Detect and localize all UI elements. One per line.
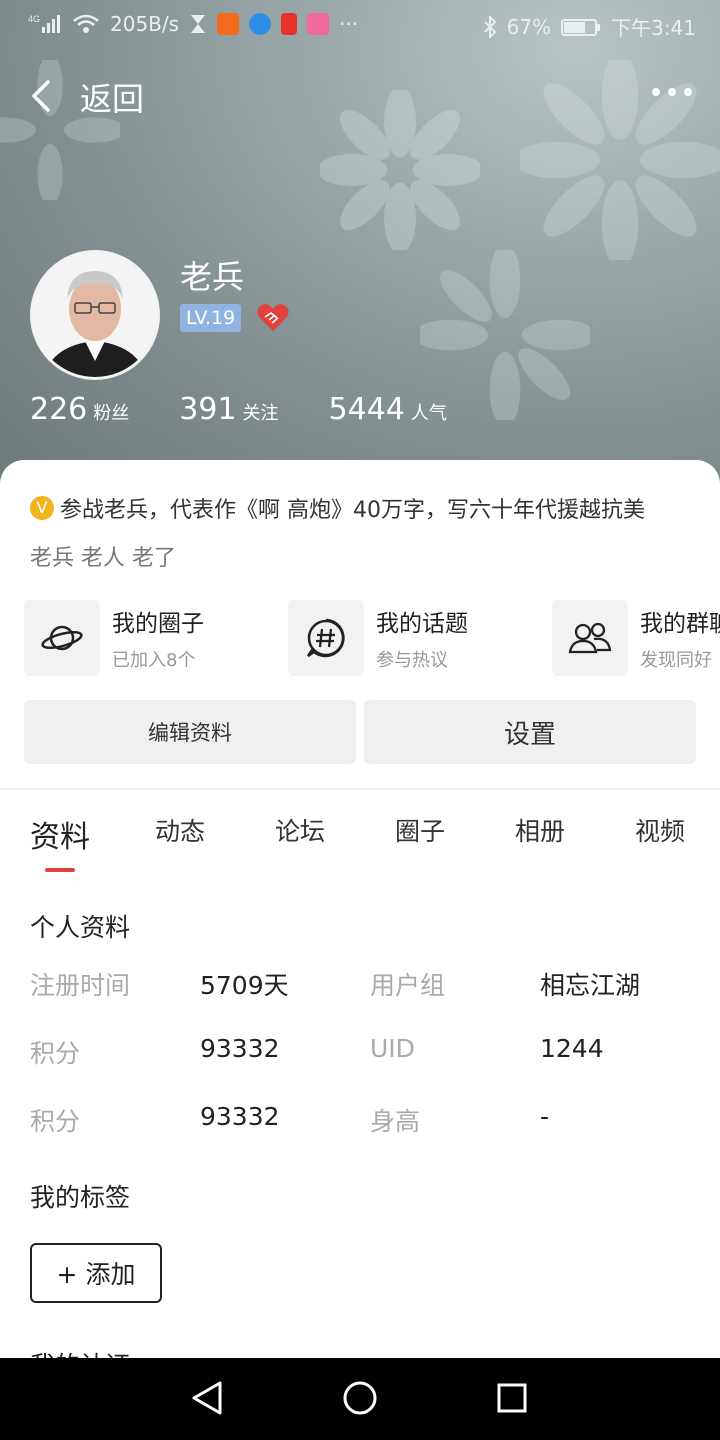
hourglass-icon	[191, 15, 206, 33]
followers-count: 226	[30, 392, 88, 427]
back-button[interactable]: 返回	[80, 74, 144, 120]
info-value: 93332	[200, 1034, 280, 1063]
following-stat[interactable]: 391 关注	[179, 392, 278, 427]
app-icon	[217, 13, 240, 35]
bio-text: 参战老兵，代表作《啊 高炮》40万字，写六十年代援越抗美	[60, 498, 645, 523]
back-arrow-icon[interactable]	[24, 76, 64, 116]
bluetooth-icon	[483, 15, 497, 38]
info-value: 1244	[540, 1034, 604, 1063]
redpacket-icon	[281, 13, 298, 35]
info-value: -	[540, 1102, 550, 1131]
tab-album[interactable]: 相册	[480, 812, 600, 856]
verified-badge-icon: V	[30, 496, 54, 520]
following-label: 关注	[242, 403, 279, 424]
certification-title: 我的认证	[30, 1346, 130, 1358]
nav-recents-icon[interactable]	[496, 1380, 528, 1416]
more-dots-icon[interactable]	[652, 88, 692, 96]
info-value: 相忘江湖	[540, 971, 641, 1000]
followers-stat[interactable]: 226 粉丝	[30, 392, 129, 427]
clock: 下午3:41	[611, 16, 696, 40]
my-topics-link[interactable]: 我的话题 参与热议	[288, 600, 528, 676]
popularity-count: 5444	[328, 392, 405, 427]
tab-forum[interactable]: 论坛	[240, 812, 360, 856]
browser-icon	[249, 13, 272, 35]
info-key: 积分	[30, 1039, 81, 1068]
hashtag-icon	[288, 600, 364, 676]
top-nav: 返回	[0, 70, 720, 126]
info-key: 注册时间	[30, 971, 131, 1000]
following-count: 391	[179, 392, 237, 427]
level-badge: LV.19	[180, 304, 242, 332]
profile-tabs: 资料 动态 论坛 圈子 相册 视频	[0, 812, 720, 872]
info-value: 93332	[200, 1102, 280, 1131]
info-row: 积分 93332 UID 1244	[30, 1034, 720, 1074]
info-key: 身高	[370, 1107, 421, 1136]
quick-links: 我的圈子 已加入8个 我的话题 参与热议 我的群聊 发现同好	[24, 600, 720, 676]
divider	[0, 788, 720, 790]
avatar[interactable]	[30, 250, 160, 380]
my-groups-sub: 发现同好	[640, 650, 712, 671]
tab-activity[interactable]: 动态	[120, 812, 240, 856]
tab-video[interactable]: 视频	[600, 812, 720, 856]
my-circles-title: 我的圈子	[112, 611, 204, 637]
action-buttons: 编辑资料 设置	[24, 700, 696, 764]
system-nav-bar	[0, 1358, 720, 1440]
battery-percent: 67%	[506, 14, 552, 39]
group-icon	[552, 600, 628, 676]
more-icon: ···	[339, 12, 359, 36]
bio: V 参战老兵，代表作《啊 高炮》40万字，写六十年代援越抗美	[30, 492, 720, 524]
followers-label: 粉丝	[93, 403, 130, 424]
edit-profile-button[interactable]: 编辑资料	[24, 700, 356, 764]
username: 老兵	[180, 258, 245, 296]
my-tags-title: 我的标签	[30, 1183, 131, 1212]
info-value: 5709天	[200, 971, 289, 1000]
signal-icon: 4G	[28, 14, 60, 33]
personal-tags: 老兵 老人 老了	[30, 546, 176, 571]
svg-text:4G: 4G	[28, 14, 40, 24]
nav-home-icon[interactable]	[342, 1380, 378, 1416]
popularity-stat: 5444 人气	[329, 392, 447, 427]
tab-profile[interactable]: 资料	[0, 812, 120, 872]
info-row: 积分 93332 身高 -	[30, 1102, 720, 1142]
info-row: 注册时间 5709天 用户组 相忘江湖	[30, 966, 720, 1006]
personal-info-title: 个人资料	[30, 913, 131, 942]
popularity-label: 人气	[410, 403, 447, 424]
info-key: UID	[370, 1034, 415, 1063]
planet-icon	[24, 600, 100, 676]
battery-icon	[561, 18, 601, 36]
tab-circles[interactable]: 圈子	[360, 812, 480, 856]
my-topics-title: 我的话题	[376, 611, 468, 637]
profile-stats: 226 粉丝 391 关注 5444 人气	[30, 392, 497, 427]
wifi-icon	[73, 14, 99, 33]
my-topics-sub: 参与热议	[376, 650, 448, 671]
info-key: 用户组	[370, 971, 446, 1000]
my-groups-link[interactable]: 我的群聊 发现同好	[552, 600, 720, 676]
network-speed: 205B/s	[110, 12, 180, 36]
status-bar: 4G 205B/s ··· 67% 下午3:41	[0, 0, 720, 50]
add-tag-button[interactable]: + 添加	[30, 1243, 162, 1303]
my-circles-sub: 已加入8个	[112, 650, 196, 671]
nav-back-icon[interactable]	[190, 1380, 224, 1416]
settings-button[interactable]: 设置	[364, 700, 696, 764]
my-circles-link[interactable]: 我的圈子 已加入8个	[24, 600, 264, 676]
heart-handshake-icon	[257, 304, 289, 331]
info-key: 积分	[30, 1107, 81, 1136]
my-groups-title: 我的群聊	[640, 611, 720, 637]
bilibili-icon	[307, 13, 330, 35]
avatar-portrait	[33, 253, 157, 377]
